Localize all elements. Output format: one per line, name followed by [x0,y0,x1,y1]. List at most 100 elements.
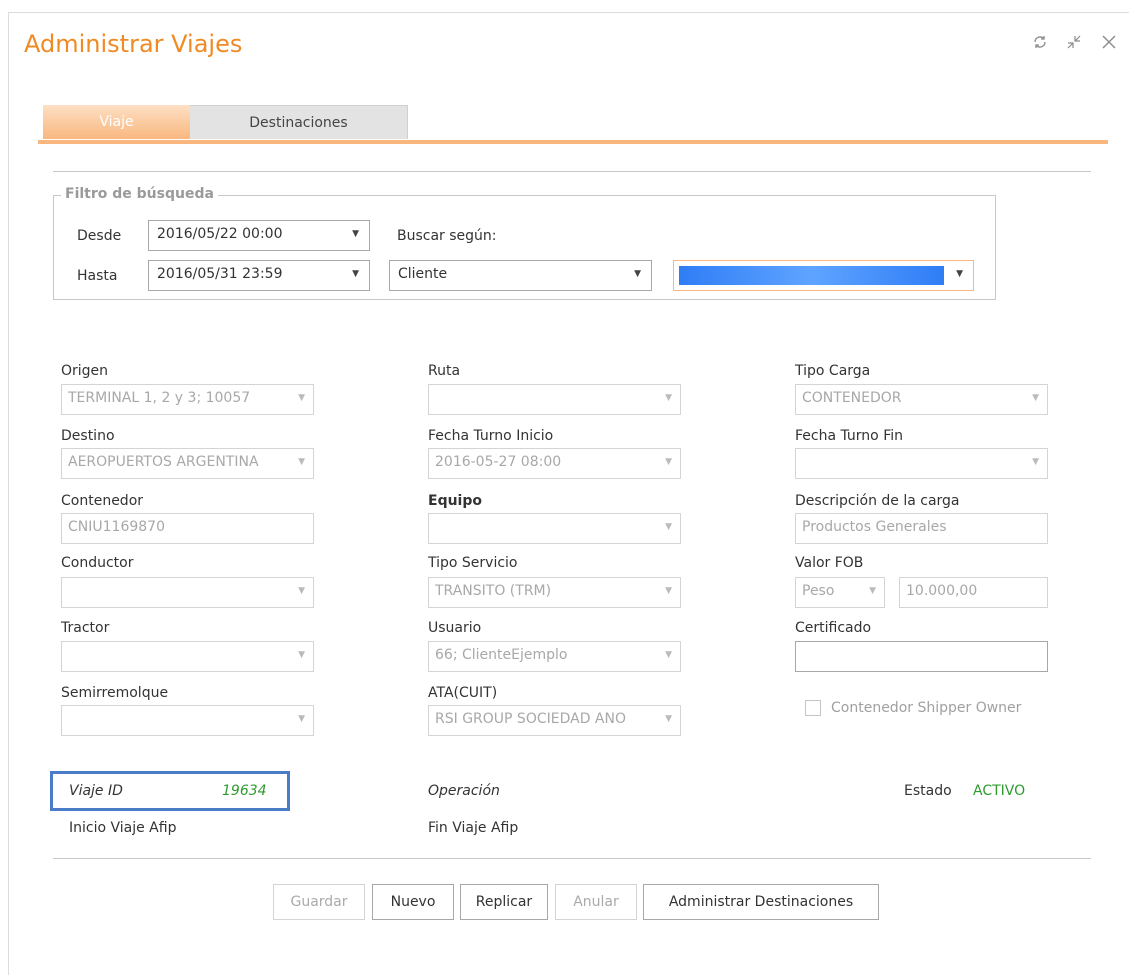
divider-top [53,171,1091,172]
desde-label: Desde [77,228,122,244]
chevron-down-icon: ▼ [665,586,672,596]
redacted-selection [679,266,944,285]
fin-afip-label: Fin Viaje Afip [428,820,519,836]
ruta-label: Ruta [428,363,461,379]
tab-viaje[interactable]: Viaje [43,105,190,139]
window-border-left [8,12,9,975]
nuevo-button[interactable]: Nuevo [372,884,454,920]
chevron-down-icon: ▼ [298,714,305,724]
fob-amount-field[interactable]: 10.000,00 [899,577,1048,608]
chevron-down-icon: ▼ [1032,393,1039,403]
conductor-label: Conductor [61,555,134,571]
anular-button[interactable]: Anular [555,884,637,920]
tractor-label: Tractor [61,620,110,636]
valor-fob-label: Valor FOB [795,555,864,571]
desde-value: 2016/05/22 00:00 [157,226,283,242]
usuario-select[interactable]: 66; ClienteEjemplo ▼ [428,641,681,672]
origen-value: TERMINAL 1, 2 y 3; 10057 [68,390,251,406]
usuario-value: 66; ClienteEjemplo [435,647,568,663]
chevron-down-icon: ▼ [665,714,672,724]
chevron-down-icon: ▼ [1032,457,1039,467]
chevron-down-icon: ▼ [298,586,305,596]
chevron-down-icon: ▼ [298,393,305,403]
hasta-value: 2016/05/31 23:59 [157,266,283,282]
window-title: Administrar Viajes [24,30,243,58]
chevron-down-icon: ▼ [665,650,672,660]
chevron-down-icon: ▼ [956,269,963,279]
desde-datetime-picker[interactable]: 2016/05/22 00:00 ▼ [148,220,370,251]
destino-label: Destino [61,428,115,444]
shipper-owner-checkbox[interactable] [805,700,821,716]
chevron-down-icon: ▼ [869,586,876,596]
descripcion-label: Descripción de la carga [795,493,960,509]
viaje-id-value: 19634 [222,783,267,799]
fecha-fin-select[interactable]: ▼ [795,448,1048,479]
chevron-down-icon: ▼ [665,393,672,403]
destino-select[interactable]: AEROPUERTOS ARGENTINA ▼ [61,448,314,479]
semirremolque-label: Semirremolque [61,685,169,701]
usuario-label: Usuario [428,620,482,636]
close-icon[interactable] [1101,34,1117,54]
ata-label: ATA(CUIT) [428,685,498,701]
inicio-afip-label: Inicio Viaje Afip [69,820,177,836]
search-filter-legend: Filtro de búsqueda [61,186,218,202]
refresh-icon[interactable] [1032,35,1048,53]
ata-select[interactable]: RSI GROUP SOCIEDAD ANO ▼ [428,705,681,736]
certificado-label: Certificado [795,620,872,636]
destino-value: AEROPUERTOS ARGENTINA [68,454,259,470]
ruta-select[interactable]: ▼ [428,384,681,415]
certificado-field[interactable] [795,641,1048,672]
divider-bottom [53,858,1091,859]
status-badge: ACTIVO [973,783,1026,799]
descripcion-value: Productos Generales [802,519,947,535]
chevron-down-icon: ▼ [634,269,641,279]
contenedor-label: Contenedor [61,493,144,509]
cliente-select[interactable]: ▼ [673,260,974,291]
replicar-button[interactable]: Replicar [460,884,548,920]
buscar-segun-select[interactable]: Cliente ▼ [389,260,652,291]
ata-value: RSI GROUP SOCIEDAD ANO [435,711,626,727]
fob-amount-value: 10.000,00 [906,583,978,599]
tipo-servicio-value: TRANSITO (TRM) [435,583,552,599]
collapse-icon[interactable] [1066,34,1082,54]
tipo-carga-select[interactable]: CONTENEDOR ▼ [795,384,1048,415]
contenedor-value: CNIU1169870 [68,519,165,535]
descripcion-field[interactable]: Productos Generales [795,513,1048,544]
hasta-label: Hasta [77,268,118,284]
chevron-down-icon: ▼ [298,457,305,467]
semirremolque-select[interactable]: ▼ [61,705,314,736]
origen-select[interactable]: TERMINAL 1, 2 y 3; 10057 ▼ [61,384,314,415]
chevron-down-icon: ▼ [665,457,672,467]
conductor-select[interactable]: ▼ [61,577,314,608]
tipo-carga-value: CONTENEDOR [802,390,902,406]
currency-value: Peso [802,583,835,599]
currency-select[interactable]: Peso ▼ [795,577,885,608]
tipo-servicio-select[interactable]: TRANSITO (TRM) ▼ [428,577,681,608]
tab-underline [38,140,1108,144]
tipo-carga-label: Tipo Carga [795,363,871,379]
chevron-down-icon: ▼ [665,522,672,532]
fecha-inicio-value: 2016-05-27 08:00 [435,454,562,470]
fecha-inicio-label: Fecha Turno Inicio [428,428,554,444]
buscar-value: Cliente [398,266,448,282]
window-border-top [8,12,1129,13]
origen-label: Origen [61,363,109,379]
hasta-datetime-picker[interactable]: 2016/05/31 23:59 ▼ [148,260,370,291]
chevron-down-icon: ▼ [298,650,305,660]
operacion-label: Operación [428,783,500,799]
equipo-select[interactable]: ▼ [428,513,681,544]
tipo-servicio-label: Tipo Servicio [428,555,518,571]
equipo-label: Equipo [428,493,482,509]
contenedor-field[interactable]: CNIU1169870 [61,513,314,544]
estado-label: Estado [904,783,952,799]
administrar-destinaciones-button[interactable]: Administrar Destinaciones [643,884,879,920]
guardar-button[interactable]: Guardar [273,884,365,920]
viaje-id-label: Viaje ID [69,783,123,799]
tab-destinaciones[interactable]: Destinaciones [190,105,408,139]
fecha-fin-label: Fecha Turno Fin [795,428,903,444]
buscar-label: Buscar según: [397,228,497,244]
tractor-select[interactable]: ▼ [61,641,314,672]
fecha-inicio-select[interactable]: 2016-05-27 08:00 ▼ [428,448,681,479]
chevron-down-icon: ▼ [352,269,359,279]
chevron-down-icon: ▼ [352,229,359,239]
